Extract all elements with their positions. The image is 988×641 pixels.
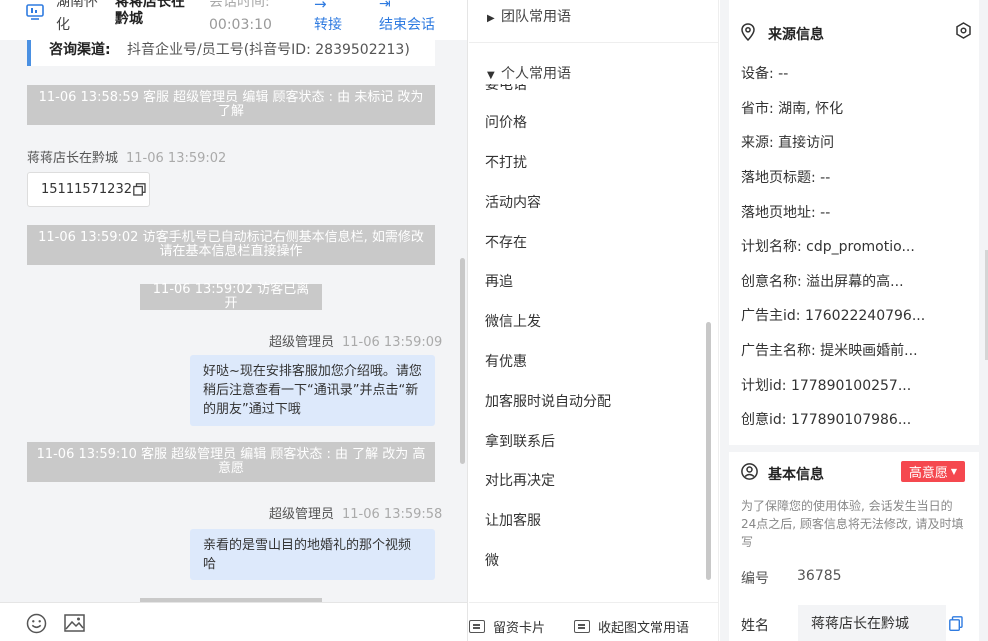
channel-value: 抖音企业号/员工号(抖音号ID: 2839502213) xyxy=(127,42,410,58)
system-message: 11-06 13:58:59 客服 超级管理员 编辑 顾客状态 : 由 未标记 … xyxy=(27,85,435,125)
customer-info-pane: 来源信息 设备: -- 省市: 湖南, 怀化 来源: 直接访问 落地页标题: -… xyxy=(720,0,988,641)
channel-label: 咨询渠道: xyxy=(49,42,111,58)
end-session-button[interactable]: 结束会话 xyxy=(379,17,435,33)
id-value: 36785 xyxy=(797,568,842,584)
info-row-plan-name: 计划名称: cdp_promotio... xyxy=(741,239,915,255)
phrase-item[interactable]: 微信上发 xyxy=(485,311,541,331)
system-message: 11-06 13:59:10 客服 超级管理员 编辑 顾客状态 : 由 了解 改… xyxy=(27,442,435,482)
phrase-item[interactable]: 问价格 xyxy=(485,112,527,132)
phrase-item[interactable]: 不打扰 xyxy=(485,152,527,172)
message-sender: 超级管理员 11-06 13:59:09 xyxy=(269,331,442,350)
message-sender: 超级管理员 11-06 13:59:58 xyxy=(269,503,442,522)
name-label: 姓名 xyxy=(741,618,769,634)
id-label: 编号 xyxy=(741,571,769,587)
sender-name: 超级管理员 xyxy=(269,507,335,522)
visitor-location-cont: 化 xyxy=(56,17,70,33)
user-icon xyxy=(741,463,758,480)
phone-number: 15111571232 xyxy=(41,182,132,197)
phrase-scrollbar[interactable] xyxy=(706,322,711,580)
caret-right-icon: ▶ xyxy=(487,13,495,24)
divider xyxy=(469,42,718,43)
group-team-phrases[interactable]: ▶ 团队常用语 xyxy=(487,6,571,26)
exit-icon[interactable]: ⇥ xyxy=(379,0,391,12)
phrase-item[interactable]: 让加客服 xyxy=(485,510,541,530)
workspace: 湖南怀 化 蒋蒋店长在 黔城 会话时间: 00:03:10 → 转接 ⇥ 结束会… xyxy=(0,0,988,641)
phrase-clipped: 要电话 xyxy=(469,84,704,92)
source-info-card: 来源信息 设备: -- 省市: 湖南, 怀化 来源: 直接访问 落地页标题: -… xyxy=(729,0,979,445)
image-icon[interactable] xyxy=(64,614,85,632)
group-personal-phrases[interactable]: ▼ 个人常用语 xyxy=(487,63,571,83)
system-message: 11-06 13:59:02 访客已离开 xyxy=(140,283,322,311)
info-row-landing-url: 落地页地址: -- xyxy=(741,205,831,221)
phrase-item[interactable]: 微 xyxy=(485,550,499,570)
transfer-icon[interactable]: → xyxy=(314,0,327,12)
emoji-icon[interactable] xyxy=(26,613,47,634)
phrase-item[interactable]: 要电话 xyxy=(485,84,527,92)
duration-label: 会话时间: xyxy=(209,0,270,10)
message-time: 11-06 13:59:58 xyxy=(342,507,443,522)
transfer-button[interactable]: 转接 xyxy=(314,17,342,33)
copy-icon[interactable] xyxy=(133,183,146,196)
collapse-phrases-button[interactable]: 收起图文常用语 xyxy=(574,617,689,636)
info-row-province: 省市: 湖南, 怀化 xyxy=(741,101,844,117)
source-info-title: 来源信息 xyxy=(768,27,824,43)
basic-info-title: 基本信息 xyxy=(768,467,824,483)
phrase-item[interactable]: 对比再决定 xyxy=(485,470,555,490)
info-row-advertiser-id: 广告主id: 176022240796... xyxy=(741,308,926,324)
message-time: 11-06 13:59:02 xyxy=(126,151,227,166)
monitor-icon xyxy=(26,4,44,20)
system-message: 11-06 13:59:02 访客手机号已自动标记右侧基本信息栏, 如需修改请在… xyxy=(27,225,435,265)
info-row-source: 来源: 直接访问 xyxy=(741,135,835,151)
card-icon xyxy=(469,620,485,633)
chat-input-toolbar xyxy=(0,602,467,641)
phrase-item[interactable]: 拿到联系后 xyxy=(485,431,555,451)
leave-card-button[interactable]: 留资卡片 xyxy=(469,617,545,636)
message-sender: 蒋蒋店长在黔城 11-06 13:59:02 xyxy=(27,147,226,166)
phrase-item[interactable]: 不存在 xyxy=(485,232,527,252)
chat-scrollbar[interactable] xyxy=(460,258,465,464)
caret-down-icon: ▼ xyxy=(487,70,495,81)
info-row-plan-id: 计划id: 177890100257... xyxy=(741,378,912,394)
phrase-item[interactable]: 再追 xyxy=(485,271,513,291)
phone-card[interactable]: 15111571232 xyxy=(27,172,150,207)
name-field[interactable]: 蒋蒋店长在黔城 xyxy=(798,605,946,641)
intent-dropdown[interactable]: 高意愿 ▼ xyxy=(901,461,965,482)
agent-message-bubble: 好哒~现在安排客服加您介绍哦。请您稍后注意查看一下“通讯录”并点击“新的朋友”通… xyxy=(190,355,435,426)
settings-icon[interactable] xyxy=(955,22,972,39)
sender-name: 超级管理员 xyxy=(269,335,335,350)
info-row-landing-title: 落地页标题: -- xyxy=(741,170,831,186)
chat-header: 湖南怀 化 蒋蒋店长在 黔城 会话时间: 00:03:10 → 转接 ⇥ 结束会… xyxy=(0,0,467,40)
message-icon xyxy=(574,620,590,633)
visitor-location: 湖南怀 xyxy=(56,0,98,10)
copy-icon[interactable] xyxy=(949,616,963,631)
phrase-bottom-bar: 留资卡片 收起图文常用语 xyxy=(469,602,718,641)
phrase-item[interactable]: 有优惠 xyxy=(485,351,527,371)
phrase-pane: ▶ 团队常用语 ▼ 个人常用语 要电话 问价格 不打扰 活动内容 不存在 再追 微信… xyxy=(469,0,719,641)
edit-notice: 为了保障您的使用体验, 会话发生当日的24点之后, 顾客信息将无法修改, 请及时… xyxy=(741,499,964,549)
caret-down-icon: ▼ xyxy=(950,467,958,476)
duration-value: 00:03:10 xyxy=(209,17,272,33)
phrase-item[interactable]: 加客服时说自动分配 xyxy=(485,391,611,411)
location-pin-icon xyxy=(741,23,755,41)
agent-message-bubble: 亲看的是雪山目的地婚礼的那个视频哈 xyxy=(190,529,435,580)
sender-name: 蒋蒋店长在黔城 xyxy=(27,151,119,166)
customer-name-cont: 黔城 xyxy=(115,11,143,27)
intent-badge-label: 高意愿 xyxy=(908,466,948,481)
customer-name: 蒋蒋店长在 xyxy=(115,0,185,10)
chat-pane: 湖南怀 化 蒋蒋店长在 黔城 会话时间: 00:03:10 → 转接 ⇥ 结束会… xyxy=(0,0,468,641)
phrase-item[interactable]: 活动内容 xyxy=(485,192,541,212)
info-row-device: 设备: -- xyxy=(741,66,789,82)
info-row-advertiser-name: 广告主名称: 提米映画婚前... xyxy=(741,343,918,359)
info-row-creative-id: 创意id: 177890107986... xyxy=(741,412,912,428)
info-row-creative-name: 创意名称: 溢出屏幕的高... xyxy=(741,274,904,290)
message-time: 11-06 13:59:09 xyxy=(342,335,443,350)
